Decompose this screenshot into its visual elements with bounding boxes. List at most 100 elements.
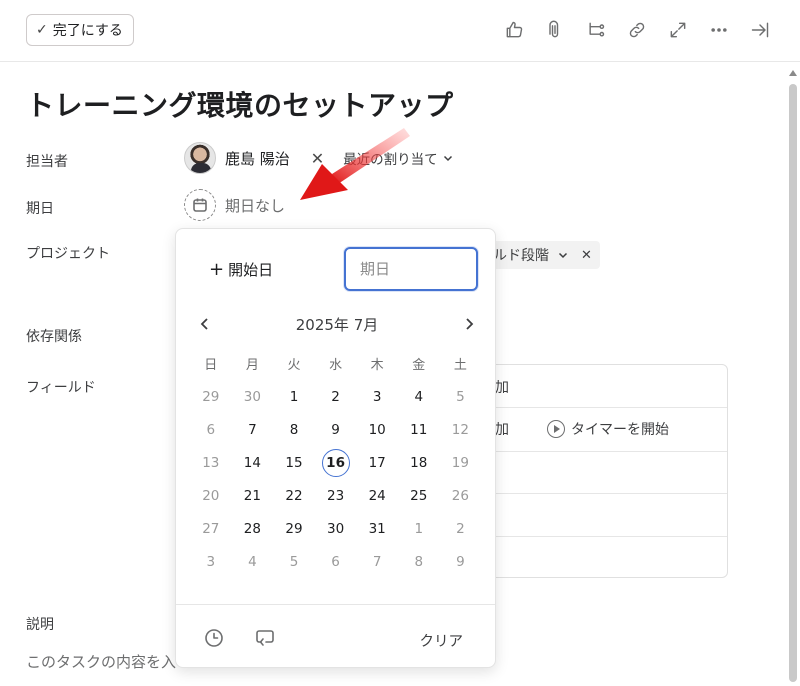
calendar-day[interactable]: 5: [456, 389, 465, 405]
timer-add-partial[interactable]: 加: [495, 419, 509, 439]
close-pane-icon[interactable]: [748, 18, 772, 42]
calendar-day[interactable]: 18: [410, 455, 427, 471]
custom-fields-table: 加 加 タイマーを開始: [480, 364, 728, 578]
date-picker-popup: + 開始日 2025年 7月 日月火水木金土293012345678910111…: [175, 228, 496, 668]
calendar-day[interactable]: 12: [452, 422, 469, 438]
assignee-label: 担当者: [26, 154, 68, 170]
calendar-day[interactable]: 3: [373, 389, 382, 405]
add-field-button[interactable]: 加: [495, 377, 509, 397]
table-row: [481, 451, 727, 452]
plus-icon: +: [209, 259, 225, 280]
chevron-down-icon[interactable]: [557, 249, 569, 261]
month-navigation: 2025年 7月: [194, 313, 480, 335]
calendar-day[interactable]: 1: [290, 389, 299, 405]
weekday-header: 日: [204, 358, 218, 373]
start-timer-button[interactable]: タイマーを開始: [547, 419, 669, 439]
calendar-day[interactable]: 26: [452, 488, 469, 504]
calendar-day[interactable]: 4: [248, 554, 257, 570]
calendar-day[interactable]: 20: [202, 488, 219, 504]
chevron-right-icon: [466, 318, 474, 330]
more-icon[interactable]: [707, 18, 731, 42]
calendar-day[interactable]: 13: [202, 455, 219, 471]
table-row: [481, 493, 727, 494]
calendar-day[interactable]: 17: [369, 455, 386, 471]
calendar-day[interactable]: 7: [248, 422, 257, 438]
attachment-icon[interactable]: [543, 18, 567, 42]
due-date-value: 期日なし: [225, 196, 286, 215]
calendar-day[interactable]: 19: [452, 455, 469, 471]
scrollbar[interactable]: [789, 84, 797, 682]
calendar-day[interactable]: 10: [369, 422, 386, 438]
clear-button[interactable]: クリア: [420, 630, 464, 651]
mark-complete-button[interactable]: ✓ 完了にする: [26, 14, 134, 46]
checkmark-icon: ✓: [36, 22, 48, 38]
toolbar-icons: [502, 18, 772, 42]
calendar-day[interactable]: 30: [244, 389, 261, 405]
clock-icon[interactable]: [204, 628, 226, 650]
table-row: [481, 536, 727, 537]
calendar-day[interactable]: 1: [414, 521, 423, 537]
calendar-day[interactable]: 23: [327, 488, 344, 504]
chevron-left-icon: [200, 318, 208, 330]
calendar-day[interactable]: 14: [244, 455, 261, 471]
task-title[interactable]: トレーニング環境のセットアップ: [26, 84, 454, 124]
calendar-day[interactable]: 6: [331, 554, 340, 570]
due-date-label: 期日: [26, 201, 54, 217]
calendar-day[interactable]: 21: [244, 488, 261, 504]
date-picker-footer: クリア: [176, 604, 495, 669]
calendar-day[interactable]: 22: [285, 488, 302, 504]
calendar-day[interactable]: 29: [285, 521, 302, 537]
calendar-day[interactable]: 15: [285, 455, 302, 471]
link-icon[interactable]: [625, 18, 649, 42]
calendar-day[interactable]: 25: [410, 488, 427, 504]
calendar-day[interactable]: 29: [202, 389, 219, 405]
project-label: プロジェクト: [26, 246, 110, 262]
annotation-arrow: [300, 128, 410, 200]
month-label: 2025年 7月: [295, 315, 379, 334]
description-input[interactable]: このタスクの内容を入: [26, 651, 176, 672]
assignee-name: 鹿島 陽治: [225, 149, 290, 168]
weekday-header: 月: [245, 358, 259, 373]
repeat-icon[interactable]: [255, 628, 277, 650]
calendar-day[interactable]: 2: [456, 521, 465, 537]
calendar-day[interactable]: 5: [290, 554, 299, 570]
calendar-day[interactable]: 3: [207, 554, 216, 570]
due-date-field[interactable]: 期日なし: [184, 189, 285, 221]
weekday-header: 水: [329, 358, 343, 373]
start-timer-label: タイマーを開始: [571, 422, 669, 438]
calendar-day[interactable]: 31: [369, 521, 386, 537]
calendar-icon[interactable]: [184, 189, 216, 221]
calendar-day[interactable]: 6: [207, 422, 216, 438]
calendar-day[interactable]: 9: [456, 554, 465, 570]
calendar-day[interactable]: 7: [373, 554, 382, 570]
chevron-down-icon: [443, 155, 452, 162]
calendar-day[interactable]: 30: [327, 521, 344, 537]
calendar-day[interactable]: 8: [290, 422, 299, 438]
expand-icon[interactable]: [666, 18, 690, 42]
start-date-label: 開始日: [228, 261, 274, 279]
calendar-day-today[interactable]: 16: [321, 448, 350, 477]
remove-project-icon[interactable]: ✕: [581, 248, 592, 263]
mark-complete-label: 完了にする: [52, 23, 123, 39]
calendar-day[interactable]: 9: [331, 422, 340, 438]
calendar-day[interactable]: 4: [414, 389, 423, 405]
subtask-icon[interactable]: [584, 18, 608, 42]
weekday-header: 火: [287, 358, 301, 373]
calendar-day[interactable]: 2: [331, 389, 340, 405]
next-month-button[interactable]: [458, 313, 480, 335]
timer-row: 加 タイマーを開始: [495, 419, 669, 439]
scroll-up-arrow[interactable]: [789, 70, 797, 76]
project-tag-label: ルド段階: [493, 248, 549, 264]
calendar-day[interactable]: 24: [369, 488, 386, 504]
calendar-day[interactable]: 28: [244, 521, 261, 537]
add-start-date-button[interactable]: + 開始日: [209, 259, 273, 280]
calendar-day[interactable]: 11: [410, 422, 427, 438]
table-row: [481, 407, 727, 408]
prev-month-button[interactable]: [194, 313, 216, 335]
calendar-day[interactable]: 8: [414, 554, 423, 570]
project-tag[interactable]: ルド段階 ✕: [489, 241, 600, 269]
calendar-grid: 日月火水木金土 29 30 1 2 3 4 5 6 7 8 9 10 11 12 13 14 15 16 17 18 19…: [190, 347, 481, 578]
calendar-day[interactable]: 27: [202, 521, 219, 537]
due-date-input[interactable]: [344, 247, 478, 291]
like-icon[interactable]: [502, 18, 526, 42]
